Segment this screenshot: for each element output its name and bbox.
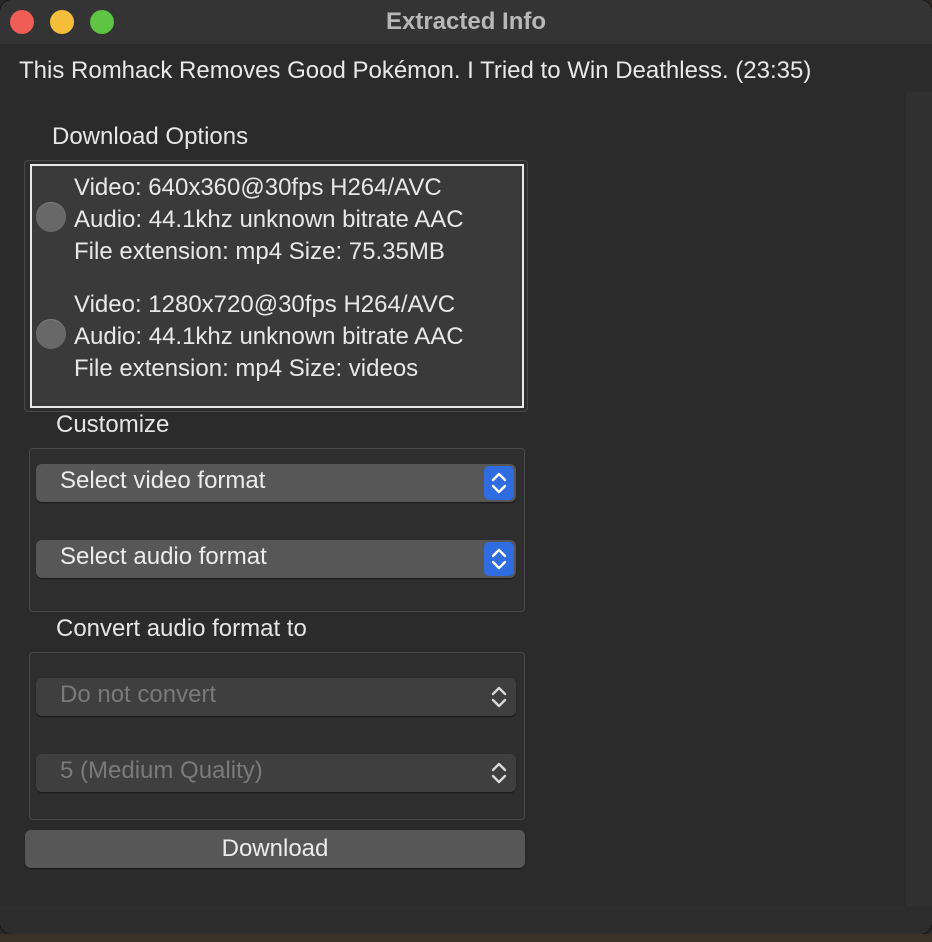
up-down-chevron-icon	[491, 762, 507, 784]
convert-format-value: Do not convert	[60, 681, 217, 708]
option-2-audio: Audio: 44.1khz unknown bitrate AAC	[74, 323, 464, 350]
video-format-value: Select video format	[60, 467, 266, 494]
option-1-file: File extension: mp4 Size: 75.35MB	[74, 238, 445, 265]
option-1-radio[interactable]	[36, 202, 66, 232]
quality-stepper[interactable]	[484, 756, 514, 790]
download-option-1[interactable]: Video: 640x360@30fps H264/AVC Audio: 44.…	[32, 166, 522, 284]
title-bar: Extracted Info	[0, 0, 932, 44]
audio-format-value: Select audio format	[60, 543, 267, 570]
option-1-video: Video: 640x360@30fps H264/AVC	[74, 174, 442, 201]
convert-format-select[interactable]: Do not convert	[36, 678, 516, 716]
scroll-area-edge	[906, 92, 932, 906]
video-format-select[interactable]: Select video format	[36, 464, 516, 502]
audio-format-stepper[interactable]	[484, 542, 514, 576]
up-down-chevron-icon	[491, 686, 507, 708]
option-2-file: File extension: mp4 Size: videos	[74, 355, 419, 382]
option-1-audio: Audio: 44.1khz unknown bitrate AAC	[74, 206, 464, 233]
download-options-label: Download Options	[52, 123, 249, 150]
customize-label: Customize	[56, 411, 170, 438]
download-option-2[interactable]: Video: 1280x720@30fps H264/AVC Audio: 44…	[32, 284, 522, 402]
up-down-chevron-icon	[491, 548, 507, 570]
video-format-stepper[interactable]	[484, 466, 514, 500]
download-button[interactable]: Download	[25, 830, 525, 868]
window-title: Extracted Info	[385, 8, 547, 35]
up-down-chevron-icon	[491, 472, 507, 494]
audio-format-select[interactable]: Select audio format	[36, 540, 516, 578]
convert-audio-label: Convert audio format to	[56, 615, 307, 642]
quality-select[interactable]: 5 (Medium Quality)	[36, 754, 516, 792]
convert-format-stepper[interactable]	[484, 680, 514, 714]
quality-value: 5 (Medium Quality)	[60, 757, 263, 784]
extracted-info-window: Extracted Info This Romhack Removes Good…	[0, 0, 932, 934]
download-options-list: Video: 640x360@30fps H264/AVC Audio: 44.…	[30, 164, 524, 408]
video-title: This Romhack Removes Good Pokémon. I Tri…	[19, 57, 812, 84]
option-2-video: Video: 1280x720@30fps H264/AVC	[74, 291, 456, 318]
window-footer	[0, 906, 932, 934]
option-2-radio[interactable]	[36, 319, 66, 349]
desktop-background	[0, 934, 932, 942]
